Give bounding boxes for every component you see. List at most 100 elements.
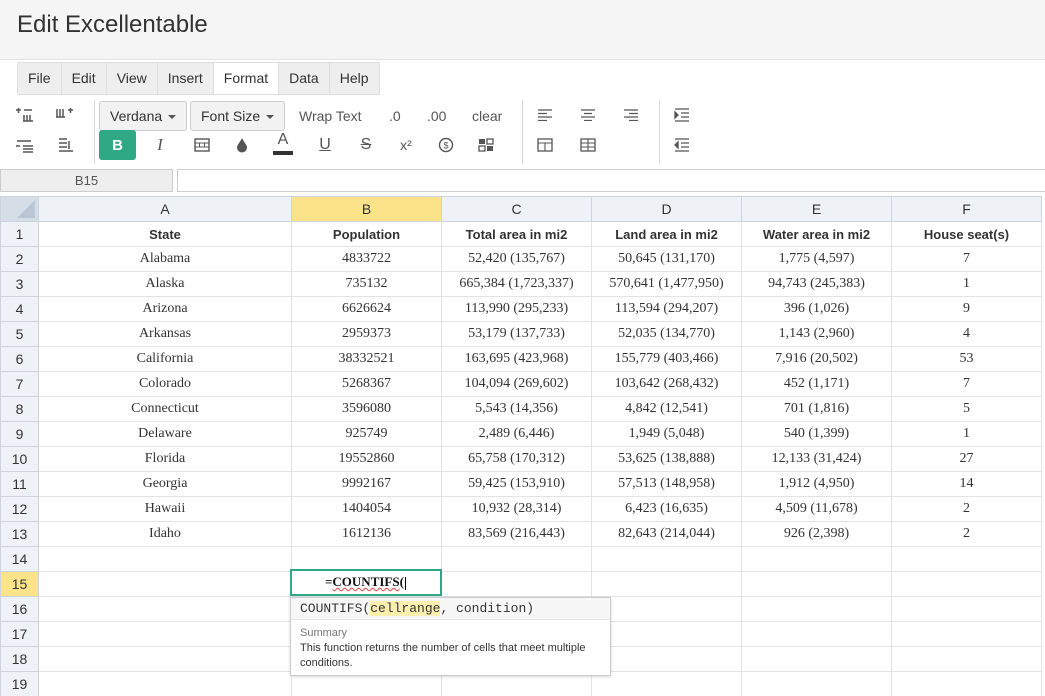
cell-c3[interactable]: 665,384 (1,723,337) (441, 271, 592, 297)
cell-d5[interactable]: 52,035 (134,770) (591, 321, 742, 347)
row-header[interactable]: 6 (0, 346, 39, 372)
cell-f7[interactable]: 7 (891, 371, 1042, 397)
cell-a12[interactable]: Hawaii (38, 496, 292, 522)
cell-e15[interactable] (741, 571, 892, 597)
cell-f18[interactable] (891, 646, 1042, 672)
cell-e13[interactable]: 926 (2,398) (741, 521, 892, 547)
cell-a5[interactable]: Arkansas (38, 321, 292, 347)
decimal-two-button[interactable]: .00 (427, 101, 446, 131)
column-header-d[interactable]: D (591, 196, 742, 222)
cell-d19[interactable] (591, 671, 742, 696)
cell-e5[interactable]: 1,143 (2,960) (741, 321, 892, 347)
cell-f6[interactable]: 53 (891, 346, 1042, 372)
column-header-f[interactable]: F (891, 196, 1042, 222)
cell-b5[interactable]: 2959373 (291, 321, 442, 347)
cell-e14[interactable] (741, 546, 892, 572)
cell-f12[interactable]: 2 (891, 496, 1042, 522)
menu-file[interactable]: File (18, 63, 62, 94)
cell-a4[interactable]: Arizona (38, 296, 292, 322)
cell-b11[interactable]: 9992167 (291, 471, 442, 497)
cell-a18[interactable] (38, 646, 292, 672)
row-header[interactable]: 1 (0, 221, 39, 247)
cell-a14[interactable] (38, 546, 292, 572)
column-header-a[interactable]: A (38, 196, 292, 222)
cell-c1[interactable]: Total area in mi2 (441, 221, 592, 247)
cell-e11[interactable]: 1,912 (4,950) (741, 471, 892, 497)
cell-c14[interactable] (441, 546, 592, 572)
cell-a2[interactable]: Alabama (38, 246, 292, 272)
row-header[interactable]: 13 (0, 521, 39, 547)
cell-d13[interactable]: 82,643 (214,044) (591, 521, 742, 547)
row-header[interactable]: 4 (0, 296, 39, 322)
menu-view[interactable]: View (106, 63, 158, 94)
row-header[interactable]: 19 (0, 671, 39, 696)
cell-f3[interactable]: 1 (891, 271, 1042, 297)
unmerge-cells-icon[interactable] (573, 132, 603, 158)
cell-e6[interactable]: 7,916 (20,502) (741, 346, 892, 372)
cell-c9[interactable]: 2,489 (6,446) (441, 421, 592, 447)
clear-format-button[interactable]: clear (472, 101, 502, 131)
align-center-icon[interactable] (573, 102, 603, 128)
cell-d16[interactable] (591, 596, 742, 622)
cell-d14[interactable] (591, 546, 742, 572)
merge-cells-icon[interactable] (530, 132, 560, 158)
cell-d12[interactable]: 6,423 (16,635) (591, 496, 742, 522)
cell-e9[interactable]: 540 (1,399) (741, 421, 892, 447)
column-header-b[interactable]: B (291, 196, 442, 222)
cell-d10[interactable]: 53,625 (138,888) (591, 446, 742, 472)
cell-e12[interactable]: 4,509 (11,678) (741, 496, 892, 522)
cell-b9[interactable]: 925749 (291, 421, 442, 447)
currency-icon[interactable]: $ (431, 132, 461, 158)
cell-f11[interactable]: 14 (891, 471, 1042, 497)
cell-c8[interactable]: 5,543 (14,356) (441, 396, 592, 422)
align-left-icon[interactable] (530, 102, 560, 128)
cell-a17[interactable] (38, 621, 292, 647)
fill-color-icon[interactable] (227, 132, 257, 158)
cell-f1[interactable]: House seat(s) (891, 221, 1042, 247)
cell-f2[interactable]: 7 (891, 246, 1042, 272)
cell-f14[interactable] (891, 546, 1042, 572)
cell-c11[interactable]: 59,425 (153,910) (441, 471, 592, 497)
cell-e2[interactable]: 1,775 (4,597) (741, 246, 892, 272)
cell-d7[interactable]: 103,642 (268,432) (591, 371, 742, 397)
cell-d9[interactable]: 1,949 (5,048) (591, 421, 742, 447)
text-color-button[interactable]: A (268, 130, 298, 156)
bold-button[interactable]: B (99, 130, 136, 160)
menu-data[interactable]: Data (279, 63, 330, 94)
conditional-format-icon[interactable] (471, 132, 501, 158)
menu-edit[interactable]: Edit (61, 63, 107, 94)
column-header-e[interactable]: E (741, 196, 892, 222)
cell-d4[interactable]: 113,594 (294,207) (591, 296, 742, 322)
cell-b1[interactable]: Population (291, 221, 442, 247)
cell-b6[interactable]: 38332521 (291, 346, 442, 372)
align-right-icon[interactable] (616, 102, 646, 128)
insert-row-above-icon[interactable] (9, 102, 39, 128)
cell-d2[interactable]: 50,645 (131,170) (591, 246, 742, 272)
cell-b2[interactable]: 4833722 (291, 246, 442, 272)
cell-a16[interactable] (38, 596, 292, 622)
cell-e10[interactable]: 12,133 (31,424) (741, 446, 892, 472)
formula-bar[interactable] (177, 169, 1045, 192)
row-header[interactable]: 17 (0, 621, 39, 647)
cell-a13[interactable]: Idaho (38, 521, 292, 547)
cell-c12[interactable]: 10,932 (28,314) (441, 496, 592, 522)
cell-a1[interactable]: State (38, 221, 292, 247)
column-header-c[interactable]: C (441, 196, 592, 222)
cell-d6[interactable]: 155,779 (403,466) (591, 346, 742, 372)
cell-a19[interactable] (38, 671, 292, 696)
cell-d18[interactable] (591, 646, 742, 672)
font-size-dropdown[interactable]: Font Size (190, 101, 286, 131)
row-header[interactable]: 5 (0, 321, 39, 347)
cell-c4[interactable]: 113,990 (295,233) (441, 296, 592, 322)
outdent-icon[interactable] (667, 132, 697, 158)
cell-c7[interactable]: 104,094 (269,602) (441, 371, 592, 397)
cell-b14[interactable] (291, 546, 442, 572)
cell-f19[interactable] (891, 671, 1042, 696)
cell-b10[interactable]: 19552860 (291, 446, 442, 472)
cell-f16[interactable] (891, 596, 1042, 622)
cell-c15[interactable] (441, 571, 592, 597)
cell-c10[interactable]: 65,758 (170,312) (441, 446, 592, 472)
cell-f13[interactable]: 2 (891, 521, 1042, 547)
row-header[interactable]: 16 (0, 596, 39, 622)
row-header[interactable]: 15 (0, 571, 39, 597)
